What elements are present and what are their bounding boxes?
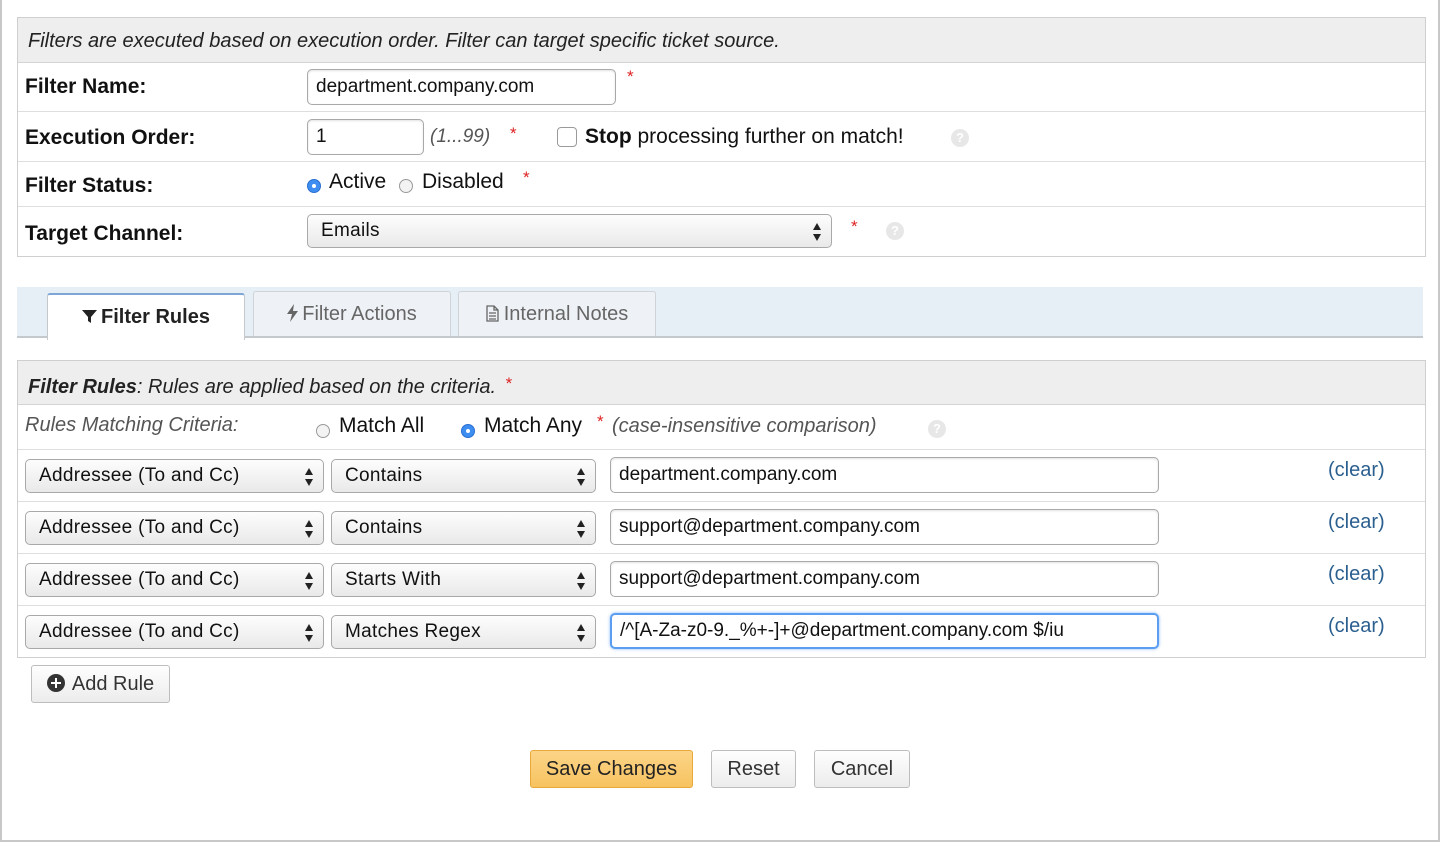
select-arrows-icon (305, 571, 314, 591)
status-disabled-radio[interactable] (399, 179, 413, 193)
tab-bar: Filter Rules Filter Actions Internal Not… (17, 287, 1423, 340)
tab-filter-actions-label: Filter Actions (302, 303, 417, 325)
status-disabled-label: Disabled (422, 170, 504, 193)
select-arrows-icon (305, 467, 314, 487)
stop-rest: processing further on match! (637, 125, 904, 148)
plus-circle-icon (46, 674, 65, 692)
execution-order-input[interactable] (307, 119, 424, 155)
rule-row: Addressee (To and Cc) Contains (clear) (18, 502, 1425, 554)
select-arrows-icon (577, 467, 586, 487)
tab-internal-notes[interactable]: Internal Notes (458, 291, 656, 336)
help-icon[interactable]: ? (886, 222, 904, 240)
rule-operator-value: Contains (345, 517, 423, 538)
select-arrows-icon (305, 623, 314, 643)
filter-rules-header-bold: Filter Rules (28, 376, 137, 398)
target-channel-label: Target Channel: (25, 222, 184, 245)
execution-order-label: Execution Order: (25, 126, 196, 149)
rule-field-select[interactable]: Addressee (To and Cc) (25, 459, 324, 493)
filter-name-label: Filter Name: (25, 75, 147, 98)
rule-field-value: Addressee (To and Cc) (39, 569, 240, 590)
rule-operator-select[interactable]: Contains (331, 511, 596, 545)
select-arrows-icon (305, 519, 314, 539)
required-mark: * (523, 168, 530, 187)
rule-field-select[interactable]: Addressee (To and Cc) (25, 615, 324, 649)
tab-filter-actions[interactable]: Filter Actions (253, 291, 451, 336)
execution-order-row: Execution Order: (1...99) * Stop process… (18, 112, 1425, 162)
rule-value-input[interactable] (610, 457, 1159, 493)
target-channel-select[interactable]: Emails (307, 214, 832, 248)
filter-status-label: Filter Status: (25, 174, 154, 197)
select-arrows-icon (577, 571, 586, 591)
rule-value-input[interactable] (610, 509, 1159, 545)
status-active-radio[interactable] (307, 179, 321, 193)
clear-link[interactable]: (clear) (1328, 615, 1385, 638)
filter-rules-table: Filter Rules: Rules are applied based on… (17, 360, 1426, 658)
rule-operator-select[interactable]: Starts With (331, 563, 596, 597)
reset-button[interactable]: Reset (711, 750, 796, 788)
execution-order-hint: (1...99) (430, 126, 491, 147)
help-icon[interactable]: ? (928, 420, 946, 438)
filter-name-input[interactable] (307, 69, 616, 105)
bolt-icon (287, 304, 299, 322)
rule-row: Addressee (To and Cc) Starts With (clear… (18, 554, 1425, 606)
rule-field-value: Addressee (To and Cc) (39, 517, 240, 538)
required-mark: * (597, 412, 604, 431)
rule-field-select[interactable]: Addressee (To and Cc) (25, 563, 324, 597)
rule-field-value: Addressee (To and Cc) (39, 465, 240, 486)
required-mark: * (851, 217, 858, 236)
tab-filter-rules[interactable]: Filter Rules (47, 293, 245, 340)
comparison-note: (case-insensitive comparison) (612, 415, 877, 437)
status-active-label: Active (329, 170, 387, 193)
filter-name-row: Filter Name: * (18, 63, 1425, 112)
rule-value-input[interactable] (610, 561, 1159, 597)
matching-criteria-label: Rules Matching Criteria: (25, 414, 239, 436)
stop-processing-checkbox[interactable] (557, 127, 577, 147)
clear-link[interactable]: (clear) (1328, 563, 1385, 586)
rule-operator-select[interactable]: Matches Regex (331, 615, 596, 649)
filter-info-table: Filters are executed based on execution … (17, 17, 1426, 257)
target-channel-row: Target Channel: Emails * ? (18, 207, 1425, 256)
match-any-radio[interactable] (461, 424, 475, 438)
rule-field-value: Addressee (To and Cc) (39, 621, 240, 642)
target-channel-value: Emails (321, 220, 380, 241)
select-arrows-icon (813, 222, 822, 242)
add-rule-button[interactable]: Add Rule (31, 665, 170, 703)
tab-internal-notes-label: Internal Notes (503, 303, 629, 325)
funnel-icon (82, 310, 98, 323)
tab-filter-rules-label: Filter Rules (101, 306, 210, 328)
required-mark: * (510, 124, 517, 143)
match-all-label: Match All (339, 414, 425, 437)
clear-link[interactable]: (clear) (1328, 511, 1385, 534)
add-rule-label: Add Rule (71, 673, 155, 695)
filter-rules-header: Filter Rules: Rules are applied based on… (18, 361, 1425, 405)
filter-status-row: Filter Status: Active Disabled * (18, 162, 1425, 207)
filter-rules-header-text: : Rules are applied based on the criteri… (136, 376, 497, 398)
rule-value-input[interactable] (610, 613, 1159, 649)
rule-row: Addressee (To and Cc) Contains (clear) (18, 450, 1425, 502)
rule-operator-select[interactable]: Contains (331, 459, 596, 493)
rule-field-select[interactable]: Addressee (To and Cc) (25, 511, 324, 545)
required-mark: * (627, 67, 634, 86)
match-all-radio[interactable] (316, 424, 330, 438)
matching-criteria-row: Rules Matching Criteria: Match All Match… (18, 405, 1425, 450)
rule-operator-value: Contains (345, 465, 423, 486)
save-changes-button[interactable]: Save Changes (530, 750, 693, 788)
clear-link[interactable]: (clear) (1328, 459, 1385, 482)
help-icon[interactable]: ? (951, 129, 969, 147)
stop-bold: Stop (585, 125, 632, 148)
document-icon (486, 305, 499, 322)
match-any-label: Match Any (484, 414, 583, 437)
rule-row: Addressee (To and Cc) Matches Regex (cle… (18, 606, 1425, 658)
stop-processing-label: Stop processing further on match! (585, 125, 904, 149)
cancel-button[interactable]: Cancel (814, 750, 910, 788)
rule-operator-value: Starts With (345, 569, 442, 590)
filter-info-note: Filters are executed based on execution … (18, 18, 1425, 63)
select-arrows-icon (577, 519, 586, 539)
rule-operator-value: Matches Regex (345, 621, 481, 642)
select-arrows-icon (577, 623, 586, 643)
required-mark: * (505, 374, 513, 393)
